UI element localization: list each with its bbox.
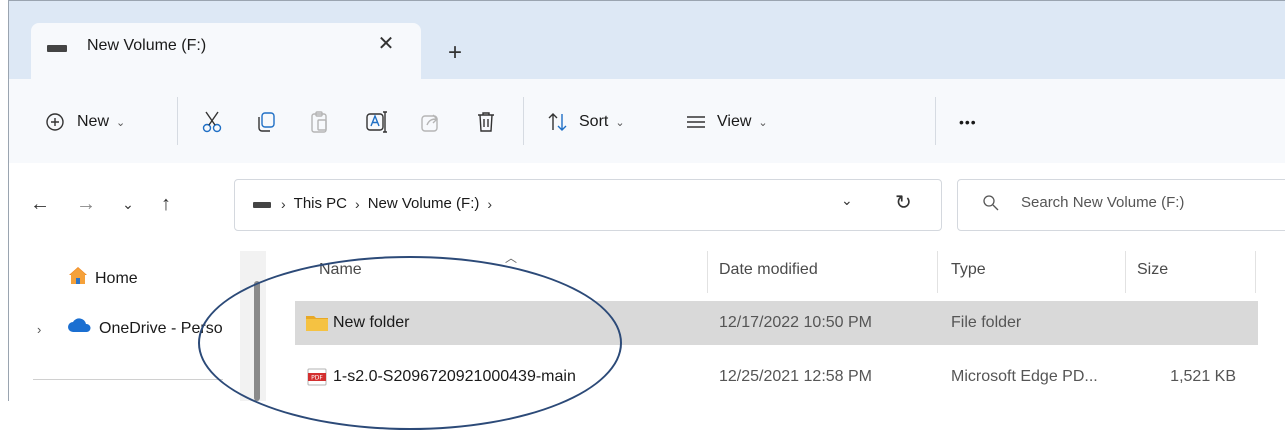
column-header-name[interactable]: Name (319, 259, 362, 281)
view-label: View (717, 113, 752, 130)
navigation-bar: ← → ⌄ ↑ › This PC › New Volume (F:) › ⌄ … (9, 163, 1285, 241)
file-date: 12/17/2022 10:50 PM (719, 314, 873, 331)
more-options-button[interactable]: ••• (959, 107, 977, 137)
breadcrumb-separator[interactable]: › (487, 193, 492, 215)
trash-icon (475, 110, 497, 134)
sort-icon (547, 111, 569, 133)
nav-item-label: Home (95, 269, 138, 287)
toolbar-divider (177, 97, 178, 145)
breadcrumb-new-volume[interactable]: New Volume (F:) (368, 193, 480, 215)
breadcrumb: › This PC › New Volume (F:) › (281, 193, 492, 215)
file-row-pdf[interactable]: PDF 1-s2.0-S2096720921000439-main 12/25/… (295, 355, 1258, 399)
chevron-down-icon: ⌄ (116, 116, 126, 129)
file-name: New folder (333, 314, 410, 331)
home-icon (67, 265, 89, 292)
sort-label: Sort (579, 113, 609, 130)
search-box[interactable]: Search New Volume (F:) (957, 179, 1285, 231)
chevron-down-icon: ⌄ (758, 116, 768, 129)
column-header-type[interactable]: Type (951, 259, 986, 281)
view-list-icon (685, 114, 707, 130)
nav-divider (33, 379, 223, 380)
file-type: File folder (951, 314, 1022, 331)
forward-arrow-icon[interactable]: → (73, 191, 99, 217)
refresh-icon[interactable]: ↻ (895, 190, 912, 215)
paste-button[interactable] (309, 107, 331, 137)
rename-icon (365, 110, 389, 134)
address-bar[interactable]: › This PC › New Volume (F:) › ⌄ ↻ (234, 179, 942, 231)
folder-icon (305, 313, 329, 338)
delete-button[interactable] (475, 107, 497, 137)
file-name: 1-s2.0-S2096720921000439-main (333, 368, 576, 385)
onedrive-icon (67, 317, 93, 340)
new-button[interactable]: New ⌄ (45, 107, 125, 137)
breadcrumb-separator: › (281, 196, 286, 212)
share-icon (419, 110, 441, 134)
rename-button[interactable] (365, 107, 389, 137)
cut-button[interactable] (201, 107, 223, 137)
navigation-pane: Home › OneDrive - Perso (9, 241, 245, 401)
nav-item-label: OneDrive - Perso (99, 319, 223, 337)
expand-chevron-icon[interactable]: › (37, 319, 41, 341)
breadcrumb-separator: › (355, 196, 360, 212)
recent-locations-chevron-icon[interactable]: ⌄ (115, 191, 141, 217)
new-button-label: New (77, 113, 110, 130)
command-bar: New ⌄ Sort ⌄ View ⌄ ••• (9, 79, 1285, 163)
tab-new-volume[interactable]: New Volume (F:) ✕ (31, 23, 421, 79)
file-row-new-folder[interactable]: New folder 12/17/2022 10:50 PM File fold… (295, 301, 1258, 345)
add-circle-icon (45, 112, 65, 132)
copy-button[interactable] (255, 107, 277, 137)
pdf-icon: PDF (307, 367, 327, 392)
nav-item-home[interactable]: Home (67, 265, 138, 292)
close-tab-icon[interactable]: ✕ (373, 31, 399, 57)
sort-button[interactable]: Sort ⌄ (547, 107, 625, 137)
toolbar-divider (935, 97, 936, 145)
column-divider[interactable] (707, 251, 708, 293)
navpane-scrollbar[interactable] (254, 281, 260, 401)
column-divider[interactable] (937, 251, 938, 293)
sort-ascending-indicator-icon: ︿ (505, 251, 518, 265)
column-divider[interactable] (1125, 251, 1126, 293)
view-button[interactable]: View ⌄ (685, 107, 768, 137)
file-type: Microsoft Edge PD... (951, 368, 1098, 385)
new-tab-button[interactable]: + (441, 39, 469, 67)
back-arrow-icon[interactable]: ← (27, 191, 53, 217)
chevron-down-icon: ⌄ (615, 116, 625, 129)
column-divider[interactable] (1255, 251, 1256, 293)
file-explorer-window: New Volume (F:) ✕ + New ⌄ Sort ⌄ View ⌄ … (8, 0, 1285, 401)
toolbar-divider (523, 97, 524, 145)
copy-icon (255, 110, 277, 134)
breadcrumb-this-pc[interactable]: This PC (294, 193, 347, 215)
file-size: 1,521 KB (1170, 368, 1236, 385)
navpane-scroll-track (240, 251, 266, 401)
share-button[interactable] (419, 107, 441, 137)
drive-icon (47, 45, 67, 52)
svg-text:PDF: PDF (311, 375, 323, 382)
tab-title: New Volume (F:) (87, 37, 207, 54)
up-arrow-icon[interactable]: ↑ (153, 191, 179, 217)
column-header-date[interactable]: Date modified (719, 259, 818, 281)
address-history-chevron-icon[interactable]: ⌄ (841, 192, 853, 209)
paste-icon (309, 110, 331, 134)
scissors-icon (201, 110, 223, 134)
search-placeholder: Search New Volume (F:) (1021, 194, 1185, 211)
nav-item-onedrive[interactable]: OneDrive - Perso (67, 317, 223, 340)
tab-strip: New Volume (F:) ✕ + (9, 1, 1285, 79)
drive-icon (253, 202, 271, 208)
search-icon (982, 194, 1000, 217)
file-date: 12/25/2021 12:58 PM (719, 368, 873, 385)
column-header-size[interactable]: Size (1137, 259, 1168, 281)
